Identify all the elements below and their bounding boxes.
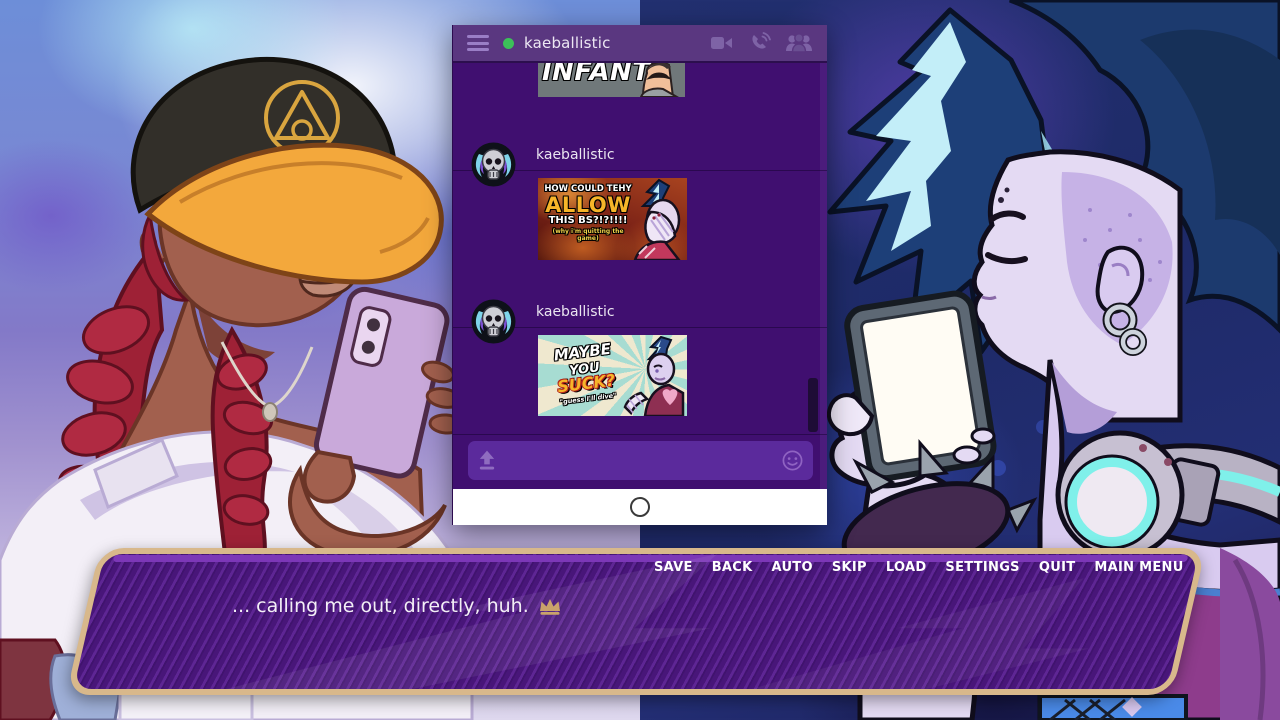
hamburger-menu-icon[interactable] <box>467 35 489 51</box>
chat-title: kaeballistic <box>524 34 611 52</box>
meme-attachment-suck[interactable]: MAYBE YOU SUCK? "guess I'll dive" <box>538 335 687 416</box>
save-button[interactable]: SAVE <box>654 560 693 575</box>
shrugging-character-graphic <box>621 335 687 416</box>
back-button[interactable]: BACK <box>712 560 753 575</box>
game-screen: INFANT <box>0 0 1280 720</box>
load-button[interactable]: LOAD <box>886 560 927 575</box>
skull-avatar[interactable] <box>471 142 516 187</box>
emoji-icon[interactable] <box>781 449 804 472</box>
chat-window: INFANT <box>452 25 827 525</box>
meme-text-block: MAYBE YOU SUCK? "guess I'll dive" <box>538 340 632 408</box>
members-icon[interactable] <box>785 33 813 53</box>
online-status-dot <box>503 38 514 49</box>
auto-button[interactable]: AUTO <box>771 560 812 575</box>
crown-icon <box>538 597 562 616</box>
meme-attachment-infant[interactable]: INFANT <box>538 63 685 97</box>
voice-call-icon[interactable] <box>748 31 772 55</box>
dialogue-line: ... calling me out, directly, huh. <box>232 595 562 617</box>
chat-scrollbar-thumb[interactable] <box>808 378 818 432</box>
quit-button[interactable]: QUIT <box>1039 560 1076 575</box>
message-divider <box>453 434 827 435</box>
dialogue-text: ... calling me out, directly, huh. <box>232 595 529 617</box>
quick-menu: SAVE BACK AUTO SKIP LOAD SETTINGS QUIT M… <box>654 560 1184 575</box>
main-menu-button[interactable]: MAIN MENU <box>1094 560 1183 575</box>
chat-header: kaeballistic <box>453 25 827 63</box>
video-call-icon[interactable] <box>709 33 735 53</box>
meme-text-block: HOW COULD TEHY ALLOW THIS BS?!?!!!! (why… <box>542 185 634 242</box>
meme-attachment-allow[interactable]: HOW COULD TEHY ALLOW THIS BS?!?!!!! (why… <box>538 178 687 260</box>
chat-scroll-gutter <box>820 63 827 489</box>
settings-button[interactable]: SETTINGS <box>945 560 1019 575</box>
message-author: kaeballistic <box>536 304 615 320</box>
facepalm-character-graphic <box>629 178 687 260</box>
home-button[interactable] <box>630 497 650 517</box>
upload-icon[interactable] <box>476 449 498 471</box>
message-input[interactable] <box>468 441 813 480</box>
phone-home-bar <box>453 489 827 525</box>
message-author: kaeballistic <box>536 147 615 163</box>
skip-button[interactable]: SKIP <box>832 560 867 575</box>
crying-face-graphic <box>633 63 685 97</box>
skull-avatar[interactable] <box>471 299 516 344</box>
chat-message-list[interactable]: INFANT <box>453 63 827 489</box>
